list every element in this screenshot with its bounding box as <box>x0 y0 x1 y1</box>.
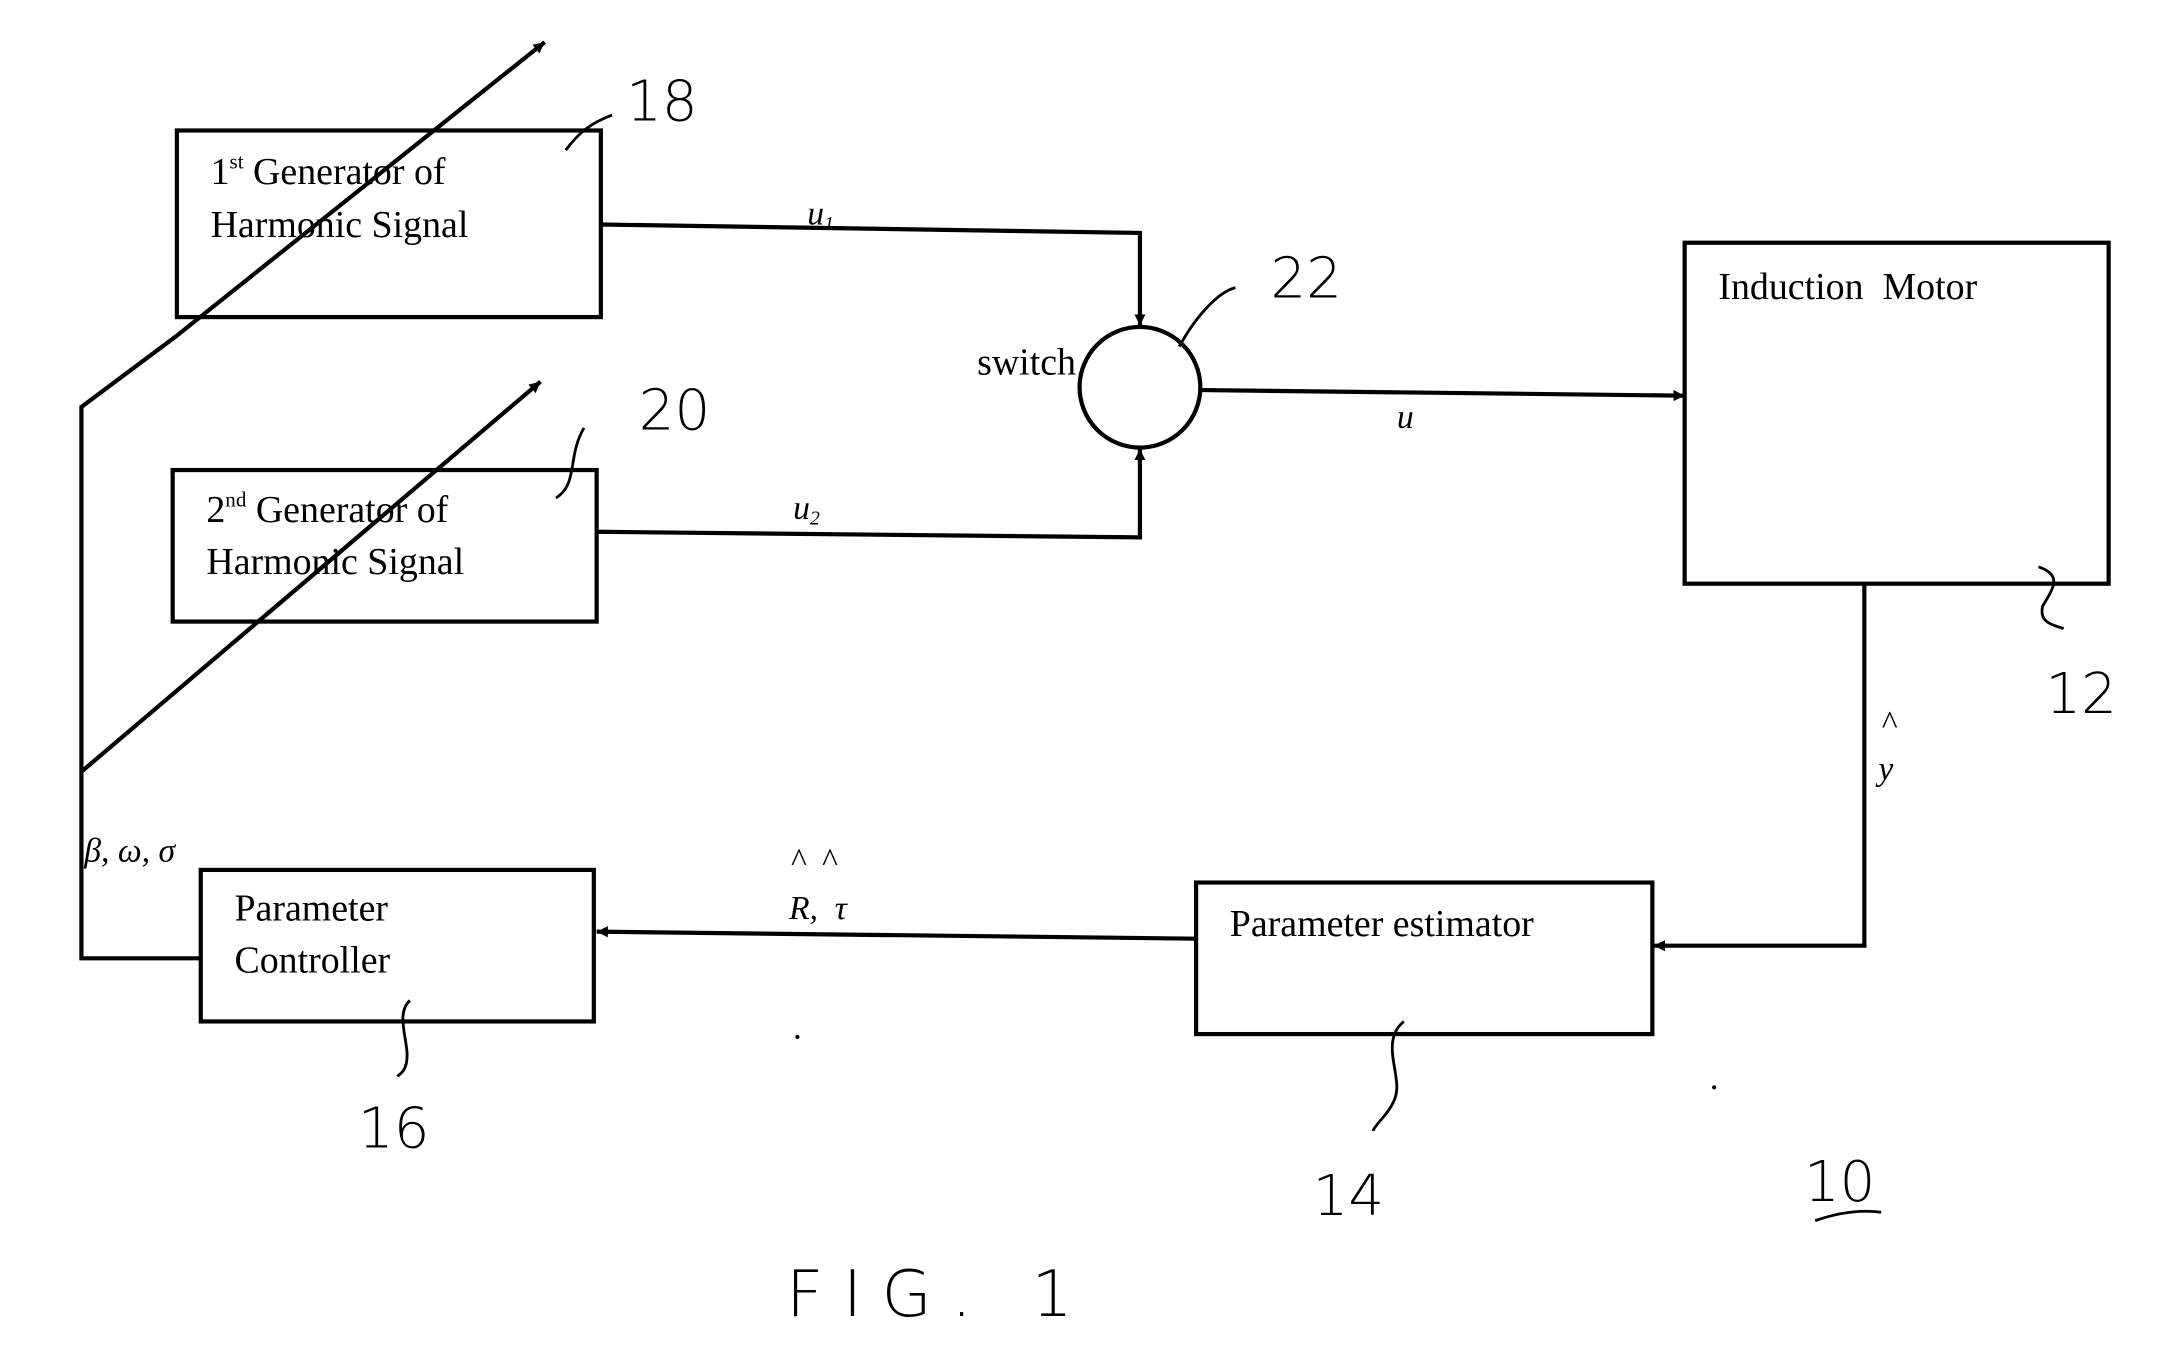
scan-speck <box>1712 1085 1717 1090</box>
parameter-controller-label-line2: Controller <box>234 939 390 981</box>
ref-leader-22 <box>1178 286 1236 348</box>
second-generator-label-line2: Harmonic Signal <box>206 541 464 583</box>
induction-motor-label: Induction Motor <box>1718 266 1977 308</box>
u2-signal-line <box>596 448 1146 540</box>
ref-number-16: 16 <box>358 1097 429 1162</box>
ref-number-12: 12 <box>2045 662 2116 727</box>
system-ref-number: 10 <box>1804 1150 1875 1215</box>
ref-number-18: 18 <box>626 70 697 135</box>
ref-number-14: 14 <box>1313 1164 1384 1229</box>
parameter-estimator-block: Parameter estimator <box>1193 880 1655 1037</box>
ref-number-22: 22 <box>1271 246 1342 311</box>
parameter-estimator-label: Parameter estimator <box>1230 903 1534 945</box>
first-generator-block: 1st Generator of Harmonic Signal <box>174 128 603 320</box>
figure-caption: FIG. 1 <box>786 1257 1092 1332</box>
parameter-controller-block: Parameter Controller <box>198 867 596 1024</box>
y-hat-signal-line <box>1653 583 1867 952</box>
ref-number-20: 20 <box>639 378 710 443</box>
estimates-accents: ^ ^ <box>790 842 838 879</box>
switch-label: switch <box>977 342 1076 384</box>
induction-motor-block: Induction Motor <box>1682 240 2111 586</box>
estimates-signal-line <box>596 926 1197 941</box>
second-generator-block: 2nd Generator of Harmonic Signal <box>170 467 599 624</box>
control-params-label: β, ω, σ <box>83 833 176 870</box>
first-generator-label-line2: Harmonic Signal <box>211 204 469 246</box>
block-diagram: 1st Generator of Harmonic Signal 18 2nd … <box>79 40 2117 1332</box>
u-signal-line <box>1201 387 1685 402</box>
u1-signal-line <box>600 222 1146 326</box>
y-hat-label: y <box>1875 751 1893 788</box>
switch-node <box>1077 324 1203 450</box>
first-generator-label-line1: 1st Generator of <box>211 149 446 192</box>
parameter-controller-label-line1: Parameter <box>234 887 388 929</box>
u1-label: u1 <box>807 196 834 236</box>
u2-label: u2 <box>793 490 820 530</box>
u-label: u <box>1397 399 1414 436</box>
y-hat-accent: ^ <box>1881 705 1898 742</box>
scan-speck <box>795 1034 800 1039</box>
estimates-label: R, τ <box>788 890 849 927</box>
ref-leader-14 <box>1371 1020 1405 1132</box>
